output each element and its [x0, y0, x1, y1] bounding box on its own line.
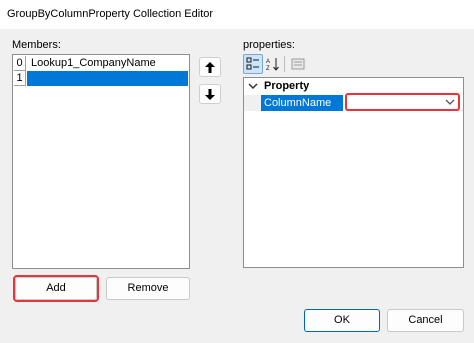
list-item-index: 0	[14, 56, 26, 71]
alphabetical-button[interactable]: A Z	[263, 54, 283, 74]
list-item[interactable]: 0 Lookup1_CompanyName	[14, 56, 188, 71]
window-title: GroupByColumnProperty Collection Editor	[7, 8, 214, 20]
svg-text:Z: Z	[266, 66, 270, 71]
category-label: Property	[264, 80, 310, 92]
list-item-selected[interactable]: 1	[14, 71, 188, 86]
properties-label: properties:	[243, 39, 295, 51]
list-item-name: Lookup1_CompanyName	[31, 57, 156, 69]
list-item-index: 1	[14, 71, 26, 86]
category-row[interactable]: Property	[244, 79, 463, 94]
selection-highlight	[27, 71, 188, 86]
remove-button[interactable]: Remove	[106, 277, 190, 300]
move-up-button[interactable]	[199, 57, 221, 77]
property-name[interactable]: ColumnName	[261, 95, 343, 111]
chevron-down-icon[interactable]	[247, 80, 259, 92]
property-pages-button[interactable]	[288, 54, 308, 74]
toolbar-separator	[284, 56, 285, 72]
svg-text:A: A	[266, 59, 270, 65]
add-button-highlight	[13, 275, 99, 302]
move-up-icon	[205, 61, 215, 73]
alphabetical-icon: A Z	[266, 58, 279, 71]
property-gutter	[244, 95, 261, 111]
property-pages-icon	[291, 58, 305, 70]
dropdown-button[interactable]	[444, 96, 456, 108]
members-list[interactable]: 0 Lookup1_CompanyName 1	[12, 54, 190, 269]
categorized-button[interactable]	[243, 54, 263, 74]
move-down-icon	[205, 88, 215, 100]
categorized-icon	[246, 57, 259, 70]
cancel-button[interactable]: Cancel	[387, 309, 464, 332]
title-bar: GroupByColumnProperty Collection Editor	[0, 0, 474, 29]
property-value-highlight	[345, 93, 460, 111]
ok-button[interactable]: OK	[304, 309, 380, 332]
members-label: Members:	[12, 39, 61, 51]
dropdown-arrow-icon	[445, 99, 455, 105]
move-down-button[interactable]	[199, 84, 221, 104]
